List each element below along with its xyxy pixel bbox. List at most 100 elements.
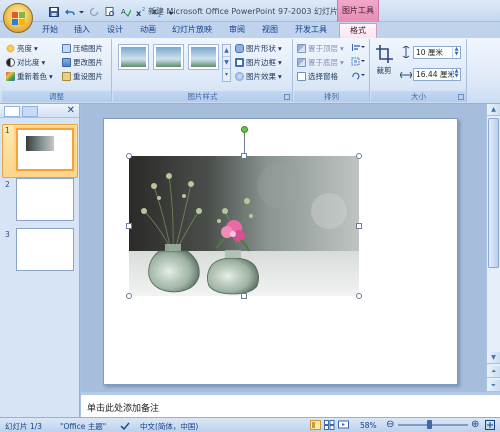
style-gallery-scroll[interactable]: ▲ ▼ ▾ (222, 44, 231, 82)
redo-icon[interactable] (87, 5, 100, 18)
resize-handle-top-right[interactable] (356, 153, 362, 159)
outline-tab[interactable] (4, 106, 20, 117)
size-group: 裁剪 10 厘米 ▲ ▼ 16.44 厘米 ▲ ▼ 大小 (371, 39, 467, 102)
scroll-up-icon[interactable]: ▲ (487, 104, 500, 116)
compress-pictures-button[interactable]: 压缩图片 (62, 43, 103, 54)
zoom-out-icon[interactable]: ⊖ (386, 419, 394, 430)
compress-icon (62, 44, 71, 53)
width-icon (400, 71, 412, 79)
rotate-icon (352, 72, 365, 80)
normal-view-icon[interactable] (310, 420, 321, 430)
next-slide-icon[interactable]: ⏷ (487, 380, 500, 392)
resize-handle-bottom-left[interactable] (126, 293, 132, 299)
recolor-button[interactable]: 重新着色 ▾ (6, 71, 53, 82)
tab-insert[interactable]: 插入 (68, 23, 96, 38)
proofing-icon[interactable] (120, 421, 130, 432)
print-preview-icon[interactable] (103, 5, 116, 18)
size-group-label: 大小 (371, 91, 466, 102)
rotate-button[interactable] (351, 71, 365, 80)
tab-home[interactable]: 开始 (36, 23, 64, 38)
fit-to-window-icon[interactable] (485, 420, 495, 432)
picture-styles-launcher-icon[interactable] (284, 94, 290, 100)
previous-slide-icon[interactable]: ⏶ (487, 366, 500, 378)
slides-tab[interactable] (22, 106, 38, 117)
selection-pane-button[interactable]: 选择窗格 (297, 71, 338, 82)
adjust-group-label: 调整 (2, 91, 111, 102)
picture-border-button[interactable]: 图片边框 ▾ (235, 57, 282, 68)
tab-design[interactable]: 设计 (101, 23, 129, 38)
adjust-group: 亮度 ▾ 对比度 ▾ 重新着色 ▾ 压缩图片 更改图片 重设图片 调整 (2, 39, 112, 102)
gallery-down-icon[interactable]: ▼ (223, 57, 230, 69)
tab-view[interactable]: 视图 (256, 23, 284, 38)
zoom-slider-knob[interactable] (427, 420, 432, 429)
crop-button[interactable]: 裁剪 (375, 44, 393, 76)
slide-show-icon[interactable] (338, 420, 349, 430)
picture-style-3[interactable] (188, 44, 219, 70)
zoom-slider[interactable] (398, 424, 468, 426)
scroll-thumb[interactable] (488, 118, 499, 268)
picture-border-icon (235, 58, 244, 67)
resize-handle-top-left[interactable] (126, 153, 132, 159)
tab-format[interactable]: 格式 (339, 23, 377, 38)
zoom-in-icon[interactable]: ⊕ (471, 419, 479, 430)
contrast-button[interactable]: 对比度 ▾ (6, 57, 45, 68)
picture-style-1[interactable] (118, 44, 149, 70)
svg-text:A: A (121, 8, 126, 16)
resize-handle-left[interactable] (126, 223, 132, 229)
notes-pane[interactable]: 单击此处添加备注 (81, 392, 500, 417)
tab-animations[interactable]: 动画 (134, 23, 162, 38)
slide-thumbnail-2[interactable] (16, 178, 74, 221)
picture-effects-button[interactable]: 图片效果 ▾ (235, 71, 282, 82)
save-icon[interactable] (47, 5, 60, 18)
language-indicator[interactable]: 中文(简体，中国) (140, 421, 198, 432)
tab-review[interactable]: 审阅 (223, 23, 251, 38)
change-picture-icon (62, 58, 71, 67)
gallery-up-icon[interactable]: ▲ (223, 45, 230, 57)
selection-pane-icon (297, 72, 306, 81)
view-buttons (310, 420, 349, 430)
picture-effects-icon (235, 72, 244, 81)
bring-to-front-icon (297, 44, 306, 53)
width-spinner[interactable]: ▲ ▼ (452, 69, 460, 80)
size-launcher-icon[interactable] (458, 94, 464, 100)
tab-slideshow[interactable]: 幻灯片放映 (167, 23, 217, 38)
scroll-down-icon[interactable]: ▼ (487, 352, 500, 364)
change-picture-button[interactable]: 更改图片 (62, 57, 103, 68)
slide-canvas[interactable] (103, 118, 458, 385)
undo-icon[interactable] (63, 5, 76, 18)
align-icon (352, 44, 365, 51)
resize-handle-bottom[interactable] (241, 293, 247, 299)
zoom-level[interactable]: 58% (360, 421, 377, 430)
recolor-icon (6, 72, 15, 81)
resize-handle-right[interactable] (356, 223, 362, 229)
brightness-button[interactable]: 亮度 ▾ (6, 43, 38, 54)
gallery-more-icon[interactable]: ▾ (223, 69, 230, 81)
slide-number: 3 (5, 230, 10, 239)
slide-sorter-icon[interactable] (324, 420, 335, 430)
arrange-group: 置于顶层 ▾ 置于底层 ▾ 选择窗格 排列 (294, 39, 370, 102)
height-field[interactable]: 10 厘米 ▲ ▼ (413, 46, 461, 59)
theme-name: "Office 主题" (60, 422, 107, 431)
picture-shape-button[interactable]: 图片形状 ▾ (235, 43, 282, 54)
spelling-icon[interactable]: A (119, 5, 132, 18)
vase-flowers-picture[interactable] (129, 156, 359, 296)
close-icon[interactable]: ✕ (67, 105, 75, 116)
reset-picture-button[interactable]: 重设图片 (62, 71, 103, 82)
slide-thumbnail-1[interactable] (14, 126, 76, 173)
undo-dropdown-icon[interactable] (79, 5, 84, 18)
height-spinner[interactable]: ▲ ▼ (452, 47, 460, 58)
width-field[interactable]: 16.44 厘米 ▲ ▼ (413, 68, 461, 81)
send-to-back-button[interactable]: 置于底层 ▾ (297, 57, 344, 68)
rotation-stem (244, 132, 245, 154)
tab-developer[interactable]: 开发工具 (291, 23, 331, 38)
resize-handle-bottom-right[interactable] (356, 293, 362, 299)
rotation-handle[interactable] (241, 126, 248, 133)
slide-thumbnail-3[interactable] (16, 228, 74, 271)
picture-style-2[interactable] (153, 44, 184, 70)
superscript-icon[interactable]: x2 (135, 5, 148, 18)
align-button[interactable] (351, 43, 365, 52)
group-button[interactable] (351, 57, 365, 66)
vertical-scrollbar[interactable]: ▲ ▼ ⏶ ⏷ (486, 104, 500, 392)
office-button[interactable] (3, 3, 33, 33)
bring-to-front-button[interactable]: 置于顶层 ▾ (297, 43, 344, 54)
